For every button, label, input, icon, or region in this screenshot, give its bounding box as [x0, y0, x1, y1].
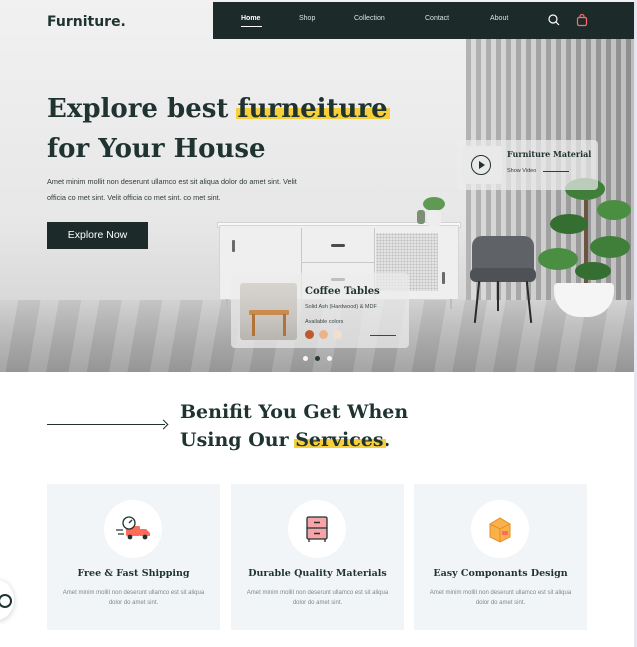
benefit-card-title: Durable Quality Materials — [248, 568, 387, 579]
hero-title-line2: for Your House — [47, 134, 266, 164]
coffee-table-image — [240, 283, 297, 340]
explore-now-button[interactable]: Explore Now — [47, 222, 148, 249]
table-leg — [252, 314, 255, 336]
benefit-card-title: Easy Componants Design — [433, 568, 568, 579]
nav-link-about[interactable]: About — [490, 15, 508, 22]
package-box-icon — [471, 500, 529, 558]
hero-description: Amet minim mollit non deserunt ullamco e… — [47, 177, 297, 202]
arrow-right-icon — [158, 419, 169, 430]
sideboard-drawer-line — [302, 262, 374, 263]
nav-link-home[interactable]: Home — [241, 15, 260, 22]
arrow-right-icon[interactable] — [370, 335, 396, 336]
color-swatch[interactable] — [333, 330, 342, 339]
bonsai-leaf — [590, 236, 630, 258]
nav-link-collection[interactable]: Collection — [354, 15, 385, 22]
sideboard-leg — [226, 299, 228, 309]
sideboard-leg — [450, 299, 452, 309]
section-arrow-line — [47, 424, 165, 425]
drawer-handle — [331, 244, 345, 247]
benefit-card-design: Easy Componants Design Amet minim mollit… — [414, 484, 587, 630]
benefits-title: Benifit You Get When Using Our Services. — [180, 398, 440, 454]
benefit-card-materials: Durable Quality Materials Amet minim mol… — [231, 484, 404, 630]
show-video-link[interactable]: Show Video — [507, 168, 536, 174]
nav-active-underline — [241, 26, 262, 27]
product-material: Solid Ash (Hardwood) & MDF — [305, 304, 377, 310]
play-triangle-icon — [479, 161, 485, 169]
hero-title-highlight: furneiture — [237, 94, 388, 124]
brand-logo[interactable]: Furniture. — [47, 14, 126, 30]
benefit-card-shipping: Free & Fast Shipping Amet minim mollit n… — [47, 484, 220, 630]
arrow-right-icon — [543, 171, 569, 172]
door-knob — [442, 272, 445, 284]
door-knob — [232, 240, 235, 252]
benefits-title-highlight: Services — [295, 429, 384, 451]
benefits-title-part: Using Our — [180, 429, 296, 451]
carousel-dot[interactable] — [327, 356, 332, 361]
benefit-card-desc: Amet minim mollit non deserunt ullamco e… — [246, 590, 389, 606]
top-navbar — [213, 2, 634, 39]
carousel-dot[interactable] — [303, 356, 308, 361]
benefit-card-desc: Amet minim mollit non deserunt ullamco e… — [62, 590, 205, 606]
search-icon[interactable] — [547, 13, 561, 27]
chair-seat — [470, 268, 536, 282]
bonsai-leaf — [550, 214, 588, 234]
table-leg — [283, 314, 286, 336]
nav-link-shop[interactable]: Shop — [299, 15, 315, 22]
vase — [427, 210, 441, 226]
delivery-truck-icon — [104, 500, 162, 558]
nav-link-contact[interactable]: Contact — [425, 15, 449, 22]
bonsai-leaf — [538, 248, 578, 270]
benefit-card-title: Free & Fast Shipping — [77, 568, 190, 579]
chat-bubble-icon[interactable] — [0, 580, 14, 620]
decor-object — [417, 210, 425, 224]
available-colors-label: Available colors — [305, 319, 344, 325]
shopping-bag-icon[interactable] — [575, 13, 589, 27]
vase-plant — [423, 197, 445, 211]
bonsai-leaf — [575, 262, 611, 280]
material-card-title: Furniture Material — [507, 149, 592, 159]
hero-title-part: Explore best — [47, 94, 238, 124]
color-swatch[interactable] — [305, 330, 314, 339]
carousel-dot[interactable] — [315, 356, 320, 361]
hero-title: Explore best furneiture for Your House — [47, 89, 427, 169]
benefits-title-line1: Benifit You Get When — [180, 401, 409, 423]
product-title: Coffee Tables — [305, 286, 380, 297]
benefit-card-desc: Amet minim mollit non deserunt ullamco e… — [429, 590, 572, 606]
chair-leg — [497, 281, 499, 311]
color-swatch[interactable] — [319, 330, 328, 339]
cabinet-icon — [288, 500, 346, 558]
bonsai-leaf — [597, 200, 631, 220]
